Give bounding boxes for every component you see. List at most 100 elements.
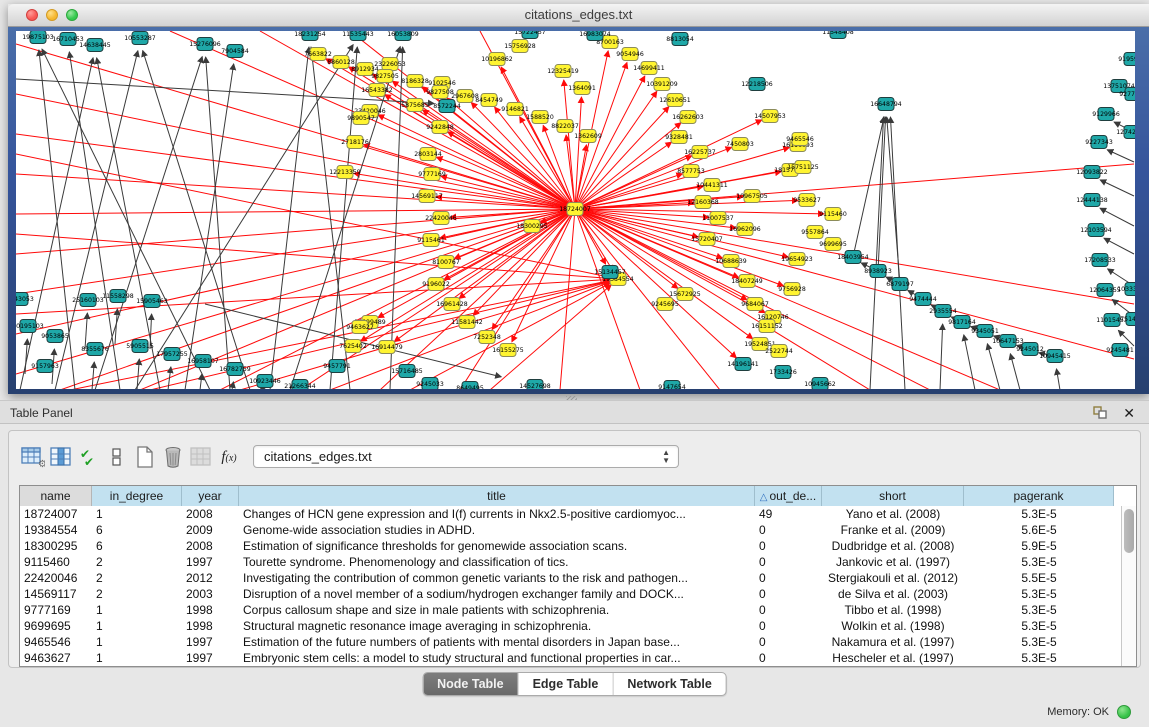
graph-node[interactable]: 12103594: [1080, 224, 1112, 237]
cell-outde[interactable]: 0: [755, 554, 822, 570]
graph-node[interactable]: 12742034: [1116, 126, 1135, 139]
cell-name[interactable]: 9463627: [20, 650, 92, 666]
graph-node[interactable]: 8186328: [401, 75, 429, 88]
graph-node[interactable]: 10945415: [1039, 350, 1071, 363]
graph-node[interactable]: 7450803: [726, 138, 754, 151]
cell-year[interactable]: 1998: [182, 602, 239, 618]
graph-node[interactable]: 14507953: [754, 110, 786, 123]
graph-node[interactable]: 12325419: [547, 65, 579, 78]
table-row[interactable]: 1830029562008Estimation of significance …: [20, 538, 1114, 554]
network-canvas[interactable]: 1872400718300295193845547663822886012889…: [16, 31, 1135, 389]
cell-name[interactable]: 9115460: [20, 554, 92, 570]
cell-pagerank[interactable]: 5.3E-5: [964, 634, 1114, 650]
cell-year[interactable]: 1997: [182, 634, 239, 650]
graph-node[interactable]: 19875103: [22, 31, 54, 44]
cell-indegree[interactable]: 6: [92, 538, 182, 554]
cell-outde[interactable]: 49: [755, 506, 822, 522]
graph-node[interactable]: 5875685: [401, 99, 429, 112]
cell-pagerank[interactable]: 5.5E-5: [964, 570, 1114, 586]
table-row[interactable]: 1456911722003Disruption of a novel membe…: [20, 586, 1114, 602]
graph-node[interactable]: 8572244: [433, 100, 461, 113]
cell-pagerank[interactable]: 5.6E-5: [964, 522, 1114, 538]
graph-node[interactable]: 19654923: [781, 253, 813, 266]
graph-node[interactable]: 10391209: [646, 78, 678, 91]
cell-name[interactable]: 22420046: [20, 570, 92, 586]
graph-node[interactable]: 15276096: [189, 38, 221, 51]
graph-node[interactable]: 9115460: [819, 208, 847, 221]
graph-node[interactable]: 1588520: [526, 111, 554, 124]
cell-name[interactable]: 9699695: [20, 618, 92, 634]
graph-node[interactable]: 16962096: [729, 223, 761, 236]
graph-node[interactable]: 9245033: [416, 378, 444, 390]
cell-title[interactable]: Disruption of a novel member of a sodium…: [239, 586, 755, 602]
graph-node[interactable]: 25160103: [72, 294, 104, 307]
cell-year[interactable]: 2009: [182, 522, 239, 538]
cell-short[interactable]: de Silva et al. (2003): [822, 586, 964, 602]
column-header-pagerank[interactable]: pagerank: [964, 486, 1114, 506]
graph-node[interactable]: 15722457: [514, 31, 546, 39]
cell-pagerank[interactable]: 5.9E-5: [964, 538, 1114, 554]
table-selector-dropdown[interactable]: citations_edges.txt ▲▼: [253, 445, 679, 468]
graph-node[interactable]: 12444138: [1076, 194, 1108, 207]
table-row[interactable]: 2242004622012Investigating the contribut…: [20, 570, 1114, 586]
cell-outde[interactable]: 0: [755, 634, 822, 650]
float-window-icon[interactable]: [1093, 406, 1107, 419]
graph-node[interactable]: 15672925: [669, 288, 701, 301]
graph-node[interactable]: 16155275: [492, 344, 524, 357]
cell-outde[interactable]: 0: [755, 522, 822, 538]
cell-pagerank[interactable]: 5.3E-5: [964, 586, 1114, 602]
cell-title[interactable]: Genome-wide association studies in ADHD.: [239, 522, 755, 538]
graph-node[interactable]: 10196862: [481, 53, 513, 66]
close-panel-icon[interactable]: ✕: [1123, 404, 1135, 422]
new-table-icon[interactable]: [131, 442, 159, 472]
cell-pagerank[interactable]: 5.3E-5: [964, 554, 1114, 570]
table-row[interactable]: 946554611997Estimation of the future num…: [20, 634, 1114, 650]
select-all-check-icon[interactable]: ✔ ✔: [75, 442, 103, 472]
cell-title[interactable]: Tourette syndrome. Phenomenology and cla…: [239, 554, 755, 570]
cell-short[interactable]: Yano et al. (2008): [822, 506, 964, 522]
cell-title[interactable]: Embryonic stem cells: a model to study s…: [239, 650, 755, 666]
graph-node[interactable]: 11007537: [702, 212, 734, 225]
graph-node[interactable]: 16782759: [219, 363, 251, 376]
cell-indegree[interactable]: 6: [92, 522, 182, 538]
cell-pagerank[interactable]: 5.3E-5: [964, 650, 1114, 666]
function-builder-icon[interactable]: f(x): [215, 442, 243, 472]
graph-node[interactable]: 9245481: [1106, 344, 1134, 357]
graph-node[interactable]: 14699411: [633, 62, 665, 75]
column-header-indegree[interactable]: in_degree: [92, 486, 182, 506]
graph-node[interactable]: 8813054: [666, 33, 694, 46]
graph-node[interactable]: 10553287: [124, 32, 156, 45]
graph-node[interactable]: 9053865: [41, 330, 69, 343]
graph-node[interactable]: 22420046: [425, 212, 457, 225]
cell-short[interactable]: Nakamura et al. (1997): [822, 634, 964, 650]
graph-node[interactable]: 9533627: [793, 194, 821, 207]
graph-node[interactable]: 8822037: [551, 120, 579, 133]
cell-title[interactable]: Estimation of significance thresholds fo…: [239, 538, 755, 554]
graph-node[interactable]: 10967505: [736, 190, 768, 203]
graph-node[interactable]: 23226053: [374, 58, 406, 71]
cell-name[interactable]: 9777169: [20, 602, 92, 618]
cell-indegree[interactable]: 1: [92, 650, 182, 666]
cell-short[interactable]: Dudbridge et al. (2008): [822, 538, 964, 554]
graph-node[interactable]: 7625402: [339, 340, 367, 353]
tab-network-table[interactable]: Network Table: [613, 673, 726, 695]
graph-node[interactable]: 11535443: [342, 31, 374, 41]
cell-indegree[interactable]: 2: [92, 554, 182, 570]
cell-short[interactable]: Hescheler et al. (1997): [822, 650, 964, 666]
rows-icon[interactable]: [103, 442, 131, 472]
graph-node[interactable]: 1733426: [769, 366, 797, 379]
tab-edge-table[interactable]: Edge Table: [519, 673, 614, 695]
table-row[interactable]: 1872400712008Changes of HCN gene express…: [20, 506, 1114, 522]
cell-indegree[interactable]: 1: [92, 506, 182, 522]
graph-node[interactable]: 10688639: [715, 255, 747, 268]
cell-pagerank[interactable]: 5.3E-5: [964, 602, 1114, 618]
graph-node[interactable]: 1362609: [574, 130, 602, 143]
graph-node[interactable]: 5905515: [126, 340, 154, 353]
cell-name[interactable]: 18724007: [20, 506, 92, 522]
graph-node[interactable]: 9699695: [819, 238, 847, 251]
column-header-outde[interactable]: △out_de...: [755, 486, 822, 506]
graph-node[interactable]: 10945662: [804, 378, 836, 390]
graph-node[interactable]: 12218506: [741, 78, 773, 91]
graph-node[interactable]: 18231254: [294, 31, 326, 41]
graph-node[interactable]: 9115461: [417, 234, 445, 247]
